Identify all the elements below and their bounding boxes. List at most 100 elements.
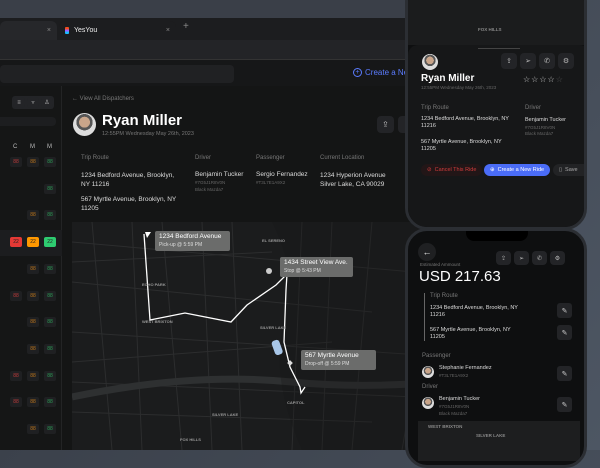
phone-map: FOX HILLS: [408, 0, 584, 45]
score-badge[interactable]: 88: [44, 263, 56, 274]
back-label: View All Dispatchers: [79, 96, 134, 102]
score-badge[interactable]: 88: [44, 157, 56, 167]
star-icon[interactable]: ☆: [548, 75, 556, 84]
map-label: WEST BRIXTON: [428, 424, 463, 429]
score-badge[interactable]: 88: [44, 290, 56, 301]
edit-passenger-button[interactable]: ✎: [557, 366, 572, 381]
send-icon[interactable]: ➢: [520, 53, 536, 69]
driver-car: Black Mazda7: [525, 131, 554, 136]
cancel-ride-button[interactable]: ⊘ Cancel This Ride: [421, 164, 483, 176]
back-arrow-icon[interactable]: ←: [418, 243, 436, 261]
route-pickup: 1234 Bedford Avenue, Brooklyn, NY 11216: [421, 116, 509, 129]
route-dropoff: 567 Myrtle Avenue, Brooklyn, NY 11205: [421, 139, 502, 152]
score-badge[interactable]: 88: [27, 317, 39, 328]
score-badge[interactable]: 88: [27, 370, 39, 381]
cancel-label: Cancel This Ride: [434, 167, 477, 173]
create-ride-button[interactable]: ⊕ Create a New Ride: [484, 164, 551, 176]
stop-title: 1434 Street View Ave.: [284, 259, 348, 266]
page-title: Ryan Miller: [102, 112, 183, 129]
phone-ride-summary: ← ⇪ ➢ ✆ ⚙ Estimated Ammount USD 217.63 T…: [405, 228, 587, 468]
phone-icon[interactable]: ✆: [539, 53, 555, 69]
phone-ride-detail: FOX HILLS ⇪ ➢ ✆ ⚙ Ryan Miller 12:55PM We…: [405, 0, 587, 230]
passenger-label: Passenger: [422, 353, 451, 359]
driver-label: Driver: [195, 155, 211, 161]
rating-stars[interactable]: ☆☆☆☆☆: [523, 75, 564, 84]
score-badge[interactable]: 88: [44, 317, 56, 328]
trip-route-label: Trip Route: [81, 155, 109, 161]
bookmark-icon: ▯: [559, 167, 563, 173]
avatar: [422, 54, 438, 70]
score-badge[interactable]: 88: [10, 370, 22, 381]
save-button[interactable]: ▯ Save: [553, 164, 584, 176]
score-badge[interactable]: 88: [44, 370, 56, 381]
phone-actions: ⇪ ➢ ✆ ⚙: [496, 251, 565, 265]
phone-notch: [466, 231, 528, 241]
phone-icon[interactable]: ✆: [532, 251, 547, 265]
route-timeline: [424, 293, 425, 341]
score-badge[interactable]: 88: [27, 210, 39, 221]
score-badge[interactable]: 88: [44, 343, 56, 354]
sidebar-search[interactable]: [0, 117, 56, 126]
share-icon[interactable]: ⇪: [496, 251, 511, 265]
dropoff-tooltip: 567 Myrtle Avenue Drop-off @ 5:59 PM: [301, 350, 376, 370]
score-badge[interactable]: 88: [27, 157, 39, 167]
close-tab-icon[interactable]: ×: [166, 27, 170, 34]
driver-label: Driver: [422, 384, 438, 390]
sidebar-toolbar: ≡ ▿ ♙: [12, 96, 54, 109]
score-badge[interactable]: 88: [27, 343, 39, 354]
score-badge[interactable]: 88: [27, 424, 39, 434]
star-icon[interactable]: ☆: [539, 75, 547, 84]
map-label: ECHO PARK: [142, 282, 166, 287]
pickup-marker: [145, 232, 151, 238]
route-dropoff: 567 Myrtle Avenue, Brooklyn, NY 11205: [430, 327, 511, 340]
score-badge[interactable]: 22: [44, 237, 56, 248]
edit-dropoff-button[interactable]: ✎: [557, 325, 572, 340]
score-badge[interactable]: 88: [27, 290, 39, 301]
share-icon[interactable]: ⇪: [501, 53, 517, 69]
map-label: FOX HILLS: [478, 27, 502, 32]
score-badge[interactable]: 88: [44, 397, 56, 408]
close-tab-icon[interactable]: ×: [47, 27, 51, 34]
map-label: SILVER LAKE: [260, 325, 287, 330]
star-icon[interactable]: ☆: [523, 75, 531, 84]
score-badge[interactable]: 22: [10, 237, 22, 248]
gear-icon[interactable]: ⚙: [558, 53, 574, 69]
edit-driver-button[interactable]: ✎: [557, 397, 572, 412]
gear-icon[interactable]: ⚙: [550, 251, 565, 265]
route-dropoff: 567 Myrtle Avenue, Brooklyn, NY 11205: [81, 196, 177, 212]
user-icon[interactable]: ♙: [41, 97, 53, 108]
score-badge[interactable]: 88: [44, 210, 56, 221]
phone-card: ⇪ ➢ ✆ ⚙ Ryan Miller 12:55PM Wednesday Ma…: [408, 45, 584, 227]
passenger-name: Sergio Fernandez: [256, 171, 308, 178]
score-badge[interactable]: 88: [44, 183, 56, 194]
search-input[interactable]: [0, 65, 234, 83]
pickup-title: 1234 Bedford Avenue: [159, 233, 222, 240]
score-badge[interactable]: 88: [27, 263, 39, 274]
filter-icon[interactable]: ▿: [27, 97, 39, 108]
map-label: WEST BRIXTON: [142, 319, 173, 324]
score-badge[interactable]: 88: [10, 290, 22, 301]
score-badge[interactable]: 88: [10, 397, 22, 408]
edit-pickup-button[interactable]: ✎: [557, 303, 572, 318]
score-badge[interactable]: 88: [27, 397, 39, 408]
sort-icon[interactable]: ≡: [13, 97, 25, 108]
column-header: C: [13, 144, 18, 150]
share-button[interactable]: ⇪: [377, 116, 394, 133]
dispatch-sidebar: ≡ ▿ ♙ C M M 88 88 88 88 88 88 22 22 22 88 88 88 88 88 88…: [0, 86, 62, 450]
new-tab-button[interactable]: +: [183, 21, 189, 32]
score-badge[interactable]: 88: [10, 157, 22, 167]
route-pickup: 1234 Bedford Avenue, Brooklyn, NY 11216: [430, 305, 518, 318]
tab-yesyou[interactable]: YesYou ×: [59, 21, 176, 40]
drag-handle[interactable]: [478, 48, 520, 49]
datetime: 12:55PM Wednesday May 26th, 2023: [102, 131, 194, 137]
tab-previous[interactable]: ×: [0, 21, 57, 40]
star-icon[interactable]: ☆: [556, 75, 564, 84]
current-location-label: Current Location: [320, 155, 365, 161]
back-link[interactable]: ← View All Dispatchers: [72, 96, 134, 102]
driver-car: Black Mazda7: [195, 187, 224, 192]
score-badge[interactable]: 88: [44, 424, 56, 434]
current-location: 1234 Hyperion Avenue Silver Lake, CA 900…: [320, 172, 386, 188]
score-badge[interactable]: 22: [27, 237, 39, 248]
driver-avatar: [422, 397, 434, 409]
send-icon[interactable]: ➢: [514, 251, 529, 265]
